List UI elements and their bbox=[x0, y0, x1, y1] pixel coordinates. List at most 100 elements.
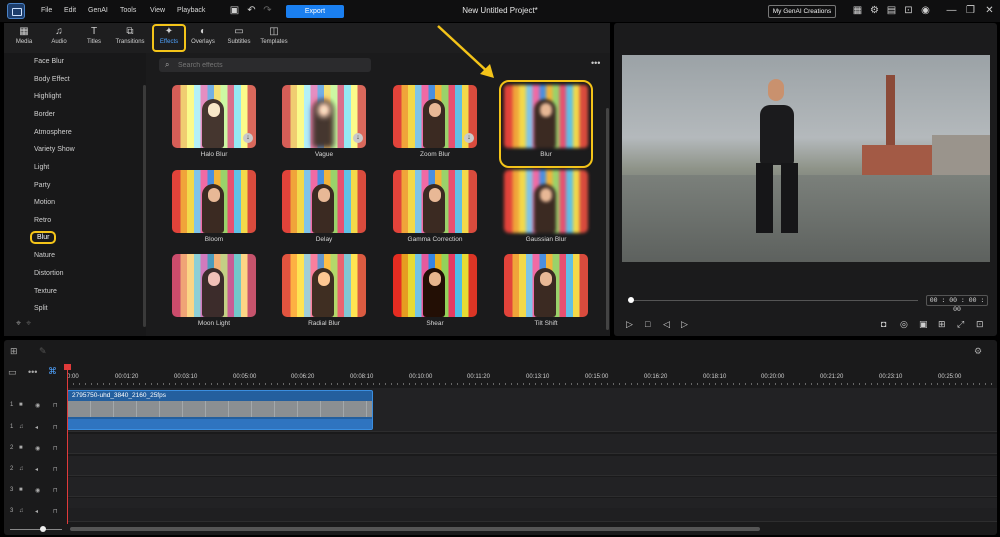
category-atmosphere[interactable]: Atmosphere bbox=[34, 129, 72, 136]
save-icon[interactable]: ▣ bbox=[229, 5, 240, 16]
category-split[interactable]: Split bbox=[34, 305, 48, 312]
lock-icon[interactable]: ⊓ bbox=[53, 487, 58, 494]
lock-icon[interactable]: ⊓ bbox=[53, 466, 58, 473]
export-button[interactable]: Export bbox=[286, 5, 344, 18]
category-texture[interactable]: Texture bbox=[34, 288, 57, 295]
zoom-slider[interactable] bbox=[10, 529, 62, 530]
tab-audio[interactable]: ♫ Audio bbox=[42, 26, 76, 51]
tab-transitions[interactable]: ⧉ Transitions bbox=[113, 26, 147, 51]
category-party[interactable]: Party bbox=[34, 182, 50, 189]
category-blur[interactable]: Blur bbox=[30, 231, 57, 244]
track-row-audio-1[interactable] bbox=[67, 434, 997, 454]
preview-scrubber[interactable] bbox=[628, 300, 918, 301]
effect-tile-blur[interactable]: Blur bbox=[499, 80, 593, 168]
play-icon[interactable]: ▷ bbox=[626, 319, 633, 330]
category-highlight[interactable]: Highlight bbox=[34, 93, 61, 100]
track-manager-icon[interactable]: ▭ bbox=[8, 367, 17, 378]
category-motion[interactable]: Motion bbox=[34, 199, 55, 206]
timecode-display[interactable]: 00 : 00 : 00 : 00 bbox=[926, 295, 988, 313]
category-light[interactable]: Light bbox=[34, 164, 49, 171]
audio-icon[interactable]: ◎ bbox=[900, 319, 908, 330]
playhead[interactable] bbox=[67, 364, 68, 524]
timeline-ruler[interactable]: 0:00 00:01:20 00:03:10 00:05:00 00:06:20… bbox=[67, 365, 997, 385]
gear-icon[interactable]: ⚙ bbox=[869, 5, 880, 16]
download-icon[interactable]: ↓ bbox=[464, 133, 474, 143]
video-preview[interactable] bbox=[622, 55, 990, 262]
snapshot-icon[interactable]: ◘ bbox=[881, 319, 886, 329]
search-input[interactable] bbox=[178, 60, 358, 70]
effects-scrollbar[interactable] bbox=[606, 108, 609, 330]
tab-subtitles[interactable]: ▭ Subtitles bbox=[222, 26, 256, 51]
effect-tile-vague[interactable]: ↓ Vague bbox=[282, 85, 366, 163]
more-options-icon[interactable]: ••• bbox=[591, 58, 600, 68]
effect-tile-bloom[interactable]: Bloom bbox=[172, 170, 256, 248]
category-nature[interactable]: Nature bbox=[34, 252, 55, 259]
eye-icon[interactable]: ◉ bbox=[35, 402, 40, 409]
tab-templates[interactable]: ◫ Templates bbox=[257, 26, 291, 51]
grid-icon[interactable]: ▤ bbox=[886, 5, 897, 16]
effect-tile-delay[interactable]: Delay bbox=[282, 170, 366, 248]
snap-icon[interactable]: ⌘ bbox=[48, 366, 57, 377]
effect-tile-gamma-correction[interactable]: Gamma Correction bbox=[393, 170, 477, 248]
video-clip[interactable]: 2795750-uhd_3840_2160_25fps bbox=[67, 390, 373, 430]
category-distortion[interactable]: Distortion bbox=[34, 270, 64, 277]
more-tracks-icon[interactable]: ••• bbox=[28, 367, 37, 377]
menu-tools[interactable]: Tools bbox=[120, 7, 136, 14]
speaker-icon[interactable]: ◂ bbox=[35, 424, 38, 431]
download-icon[interactable]: ↓ bbox=[353, 133, 363, 143]
effect-tile-gaussian-blur[interactable]: Gaussian Blur bbox=[504, 170, 588, 248]
edit-pen-icon[interactable]: ✎ bbox=[39, 346, 47, 357]
tab-media[interactable]: ▦ Media bbox=[7, 26, 41, 51]
bookmark-icon[interactable]: ⊡ bbox=[903, 5, 914, 16]
detach-preview-icon[interactable]: ⊡ bbox=[976, 319, 984, 330]
scrubber-knob[interactable] bbox=[628, 297, 634, 303]
effect-tile-moon-light[interactable]: Moon Light bbox=[172, 254, 256, 332]
lock-icon[interactable]: ⊓ bbox=[53, 508, 58, 515]
timeline-settings-icon[interactable]: ⚙ bbox=[974, 346, 982, 357]
minimize-icon[interactable]: — bbox=[946, 5, 957, 16]
my-genai-creations-button[interactable]: My GenAI Creations bbox=[768, 5, 836, 18]
category-border[interactable]: Border bbox=[34, 111, 55, 118]
tab-titles[interactable]: T Titles bbox=[77, 26, 111, 51]
layout-icon[interactable]: ▦ bbox=[852, 5, 863, 16]
previous-frame-icon[interactable]: ◁ bbox=[663, 319, 670, 330]
lock-icon[interactable]: ⊓ bbox=[53, 424, 58, 431]
download-icon[interactable]: ↓ bbox=[243, 133, 253, 143]
effect-tile-shear[interactable]: Shear bbox=[393, 254, 477, 332]
menu-edit[interactable]: Edit bbox=[64, 7, 76, 14]
tag-remove-icon[interactable]: ⌖ bbox=[26, 318, 31, 328]
speaker-icon[interactable]: ◂ bbox=[35, 508, 38, 515]
aspect-ratio-icon[interactable]: ⊞ bbox=[938, 319, 946, 330]
lock-icon[interactable]: ⊓ bbox=[53, 402, 58, 409]
add-track-icon[interactable]: ⊞ bbox=[10, 346, 18, 357]
track-row-audio-3[interactable] bbox=[67, 508, 997, 522]
tag-add-icon[interactable]: ⌖ bbox=[16, 318, 21, 328]
effect-tile-tilt-shift[interactable]: Tilt Shift bbox=[504, 254, 588, 332]
eye-icon[interactable]: ◉ bbox=[35, 487, 40, 494]
account-icon[interactable]: ◉ bbox=[920, 5, 931, 16]
effect-tile-halo-blur[interactable]: ↓ Halo Blur bbox=[172, 85, 256, 163]
category-body-effect[interactable]: Body Effect bbox=[34, 76, 70, 83]
zoom-slider-knob[interactable] bbox=[40, 526, 46, 532]
lock-icon[interactable]: ⊓ bbox=[53, 445, 58, 452]
effect-tile-radial-blur[interactable]: Radial Blur bbox=[282, 254, 366, 332]
search-box[interactable]: ⌕ bbox=[159, 58, 371, 72]
speaker-icon[interactable]: ◂ bbox=[35, 466, 38, 473]
category-face-blur[interactable]: Face Blur bbox=[34, 58, 64, 65]
stop-icon[interactable]: □ bbox=[645, 319, 650, 329]
restore-icon[interactable]: ❐ bbox=[965, 5, 976, 16]
timeline-horizontal-scrollbar[interactable] bbox=[70, 527, 760, 531]
menu-playback[interactable]: Playback bbox=[177, 7, 205, 14]
tab-effects[interactable]: ✦ Effects bbox=[152, 24, 186, 52]
fullscreen-icon[interactable]: ⤢ bbox=[957, 319, 964, 330]
undo-icon[interactable]: ↶ bbox=[246, 5, 257, 16]
menu-genai[interactable]: GenAI bbox=[88, 7, 108, 14]
redo-icon[interactable]: ↷ bbox=[262, 5, 273, 16]
effect-tile-zoom-blur[interactable]: ↓ Zoom Blur bbox=[393, 85, 477, 163]
category-variety-show[interactable]: Variety Show bbox=[34, 146, 75, 153]
tab-overlays[interactable]: ◐ Overlays bbox=[186, 26, 220, 51]
menu-file[interactable]: File bbox=[41, 7, 52, 14]
track-row-audio-2[interactable] bbox=[67, 477, 997, 497]
eye-icon[interactable]: ◉ bbox=[35, 445, 40, 452]
category-retro[interactable]: Retro bbox=[34, 217, 51, 224]
